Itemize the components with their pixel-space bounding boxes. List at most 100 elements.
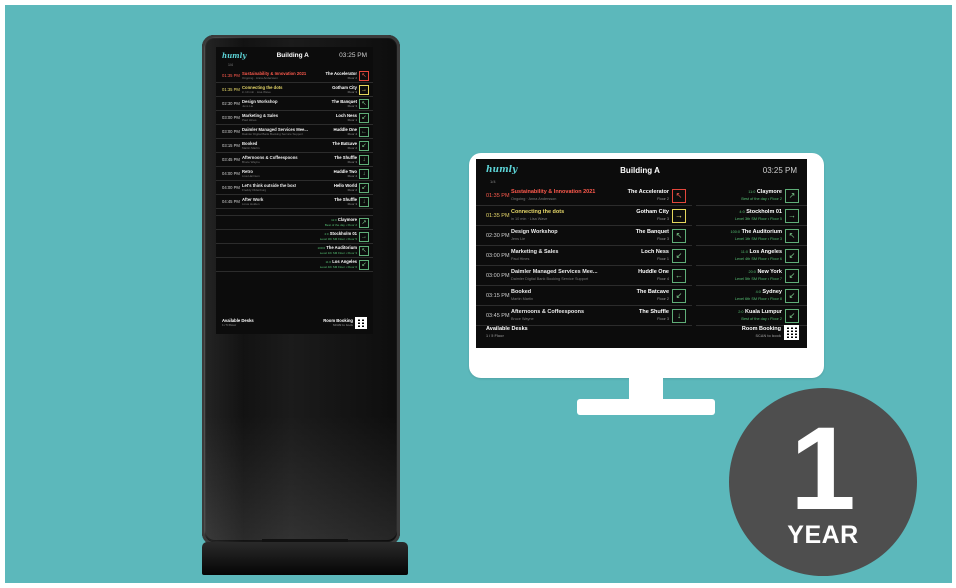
direction-name: Sydney [762, 289, 782, 295]
event-time: 03:15 PM [486, 292, 510, 299]
room-name: The Accelerator [627, 189, 669, 195]
event-location: Loch Ness Floor 1 [641, 249, 669, 262]
direction-distance: 4:0 [324, 232, 329, 236]
event-row[interactable]: 03:00 PM Daimler Managed Services Mee... D… [476, 266, 692, 286]
event-list: 01:35 PM Sustainability & Innovation 2021… [216, 69, 373, 209]
event-row[interactable]: 03:15 PM Booked Martin Martin The Batcave Fl… [216, 139, 373, 153]
room-booking: Room Booking SCAN to book [742, 325, 799, 340]
arrow-up-left-icon: ↖ [672, 188, 686, 203]
direction-text: 100:0 The Auditorium Level 1th SM Floor •… [318, 245, 357, 256]
direction-heading: 4:0 Stockholm 01 [735, 209, 782, 216]
room-floor: Floor 2 [347, 75, 357, 80]
room-name: The Batcave [636, 289, 669, 295]
monitor-screen: humly Building A 03:25 PM 1/4 01:35 PM Su… [476, 159, 807, 348]
available-desks-sub: 1 / 5 Floor [222, 323, 237, 327]
direction-row: 100:0 The Auditorium Level 1th SM Floor •… [216, 244, 373, 258]
room-floor: Floor 1 [657, 256, 669, 261]
event-organizer: Jens Lie [242, 103, 254, 108]
arrow-down-icon: ↓ [359, 168, 369, 179]
qr-code-icon [784, 325, 799, 340]
event-row[interactable]: 02:30 PM Design Workshop Jens Lie The Banqu… [476, 226, 692, 246]
direction-sub: Level 1th SM Floor • Floor 3 [319, 251, 357, 255]
room-name: The Banquet [331, 98, 357, 104]
signage-footer: Available Desks 1 / 5 Floor Room Booking… [486, 325, 799, 340]
event-row[interactable]: 01:35 PM Sustainability & Innovation 2021… [216, 69, 373, 83]
direction-sub: Best of the day • Floor 2 [741, 316, 782, 321]
room-name: Loch Ness [641, 249, 669, 255]
event-details: Sustainability & Innovation 2021 Ongoing … [242, 71, 326, 81]
direction-row: 20:0 New York Level 5th SM Floor • Floor … [696, 266, 807, 286]
direction-distance: 4:0 [755, 290, 761, 294]
event-details: Connecting the dots in 10 min · Lisa Wave [242, 85, 332, 95]
event-location: The Shuffle Floor 3 [334, 155, 357, 165]
event-row[interactable]: 01:35 PM Sustainability & Innovation 2021… [476, 186, 692, 206]
room-floor: Floor 3 [347, 89, 357, 94]
event-row[interactable]: 04:45 PM After Work Linus Holden The Shuffl… [216, 195, 373, 209]
clock: 03:25 PM [762, 165, 797, 175]
clock: 03:25 PM [339, 51, 367, 59]
room-name: The Batcave [332, 140, 357, 146]
event-details: Booked Martin Martin [511, 289, 637, 302]
direction-heading: 11:0 Claymore [741, 189, 782, 196]
direction-text: 4:0 Stockholm 01 Level 3th SM Floor • Flo… [320, 231, 357, 242]
event-row[interactable]: 03:00 PM Daimler Managed Services Mee... D… [216, 125, 373, 139]
event-row[interactable]: 03:45 PM Afternoons & Coffeespoons Bruce W… [216, 153, 373, 167]
event-time: 04:45 PM [222, 199, 240, 204]
event-organizer: Paul Hines [511, 256, 530, 261]
event-row[interactable]: 03:00 PM Marketing & Sales Paul Hines Loch … [476, 246, 692, 266]
direction-name: The Auditorium [326, 245, 357, 250]
event-organizer: Jens Lie [511, 236, 526, 241]
event-location: The Accelerator Floor 2 [326, 71, 358, 81]
building-name: Building A [276, 51, 309, 59]
event-location: The Accelerator Floor 2 [628, 189, 669, 202]
event-row[interactable]: 03:45 PM Afternoons & Coffeespoons Bruce W… [476, 306, 692, 326]
event-row[interactable]: 01:35 PM Connecting the dots in 10 min · L… [216, 83, 373, 97]
event-details: Afternoons & Coffeespoons Bruce Wayne [242, 155, 334, 165]
event-details: Marketing & Sales Paul Hines [511, 249, 641, 262]
event-time: 01:35 PM [222, 87, 240, 92]
direction-row: 11:0 Los Angeles Level 4th SM Floor • Flo… [216, 258, 373, 272]
kiosk-screen: humly Building A 03:25 PM 1/4 01:35 PM Su… [216, 47, 373, 334]
arrow-left-icon: ← [672, 268, 686, 283]
signage-header: humly Building A 03:25 PM [216, 47, 373, 63]
arrow-down-left-icon: ↙ [359, 140, 369, 151]
room-name: The Banquet [635, 229, 669, 235]
event-row[interactable]: 03:15 PM Booked Martin Martin The Batcave Fl… [476, 286, 692, 306]
direction-name: Claymore [337, 217, 357, 222]
event-list: 01:35 PM Sustainability & Innovation 2021… [476, 186, 692, 326]
direction-name: Stockholm 01 [329, 231, 357, 236]
direction-text: 11:0 Los Angeles Level 4th SM Floor • Flo… [320, 259, 357, 270]
available-desks: Available Desks 1 / 5 Floor [486, 326, 528, 339]
arrow-down-icon: ↓ [359, 154, 369, 165]
event-organizer: Ongoing · Anna Andersson [511, 196, 557, 201]
kiosk-lower-reflection [205, 415, 397, 540]
direction-sub: Level 1th SM Floor • Floor 3 [734, 236, 782, 241]
event-row[interactable]: 03:00 PM Marketing & Sales Paul Hines Loch … [216, 111, 373, 125]
room-booking-text: Room Booking SCAN to book [742, 326, 781, 339]
event-row[interactable]: 04:00 PM Let's think outside the box! Fred… [216, 181, 373, 195]
event-details: Daimler Managed Services Mee... Daimler D… [511, 269, 638, 282]
event-details: Design Workshop Jens Lie [242, 99, 332, 109]
direction-text: 4:0 Stockholm 01 Level 3th SM Floor • Flo… [735, 209, 782, 222]
arrow-up-left-icon: ↖ [359, 98, 369, 109]
arrow-down-left-icon: ↙ [785, 308, 799, 323]
event-time: 04:00 PM [222, 185, 240, 190]
arrow-left-icon: ← [359, 126, 369, 137]
available-desks: Available Desks 1 / 5 Floor [222, 318, 254, 328]
arrow-up-right-icon: ↗ [359, 217, 369, 228]
direction-text: 11:0 Los Angeles Level 4th SM Floor • Flo… [735, 249, 782, 262]
event-row[interactable]: 02:30 PM Design Workshop Jens Lie The Banqu… [216, 97, 373, 111]
direction-distance: 100:0 [730, 230, 741, 234]
arrow-up-left-icon: ↖ [672, 228, 686, 243]
event-organizer: Lisa Harrison [242, 173, 260, 178]
event-row[interactable]: 01:35 PM Connecting the dots in 10 min · L… [476, 206, 692, 226]
event-time: 03:15 PM [222, 143, 240, 148]
event-time: 03:00 PM [222, 129, 240, 134]
direction-name: Kuala Lumpur [745, 309, 782, 315]
badge-word: YEAR [787, 521, 859, 549]
direction-name: Claymore [756, 189, 782, 195]
event-location: Huddle One Floor 4 [334, 127, 358, 137]
room-floor: Floor 3 [347, 201, 357, 206]
event-row[interactable]: 04:00 PM Retro Lisa Harrison Huddle Two Floo… [216, 167, 373, 181]
room-name: Loch Ness [335, 112, 357, 118]
